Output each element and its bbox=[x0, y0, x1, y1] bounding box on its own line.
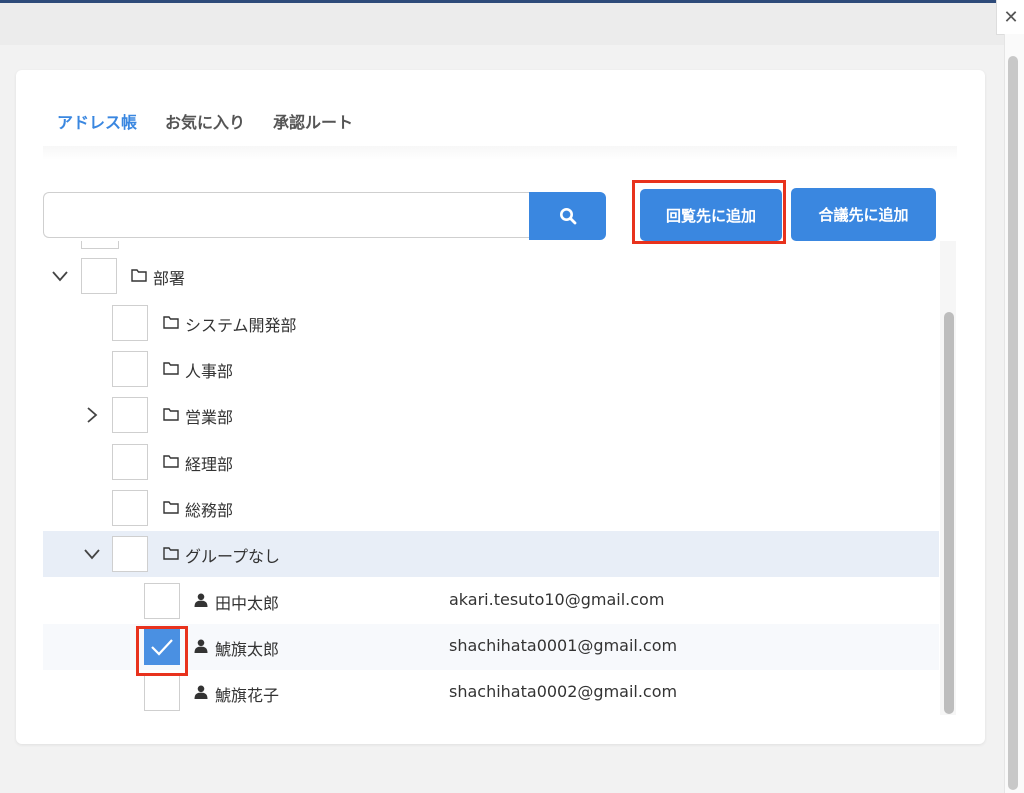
add-circulation-button[interactable]: 回覧先に追加 bbox=[640, 189, 782, 241]
tree-item-department-root[interactable]: 部署 bbox=[43, 253, 939, 299]
user-name: 鯱旗太郎 bbox=[215, 640, 280, 659]
folder-icon bbox=[163, 547, 179, 560]
search-icon bbox=[559, 208, 576, 225]
user-icon bbox=[194, 685, 208, 699]
user-icon bbox=[194, 593, 208, 607]
tree-item-department[interactable]: システム開発部 bbox=[43, 300, 939, 346]
address-tree: 部署 システム開発部 人事部 営業部 経理部 総務部 グループなし 田中太郎 a… bbox=[43, 241, 941, 715]
user-checkbox[interactable] bbox=[144, 583, 180, 619]
folder-icon bbox=[163, 362, 179, 375]
modal-header-strip bbox=[0, 3, 1004, 45]
user-email: akari.tesuto10@gmail.com bbox=[449, 590, 665, 609]
tree-item-department[interactable]: 総務部 bbox=[43, 485, 939, 531]
user-name: 田中太郎 bbox=[215, 594, 280, 613]
user-checkbox[interactable] bbox=[144, 675, 180, 711]
tab-approval-route[interactable]: 承認ルート bbox=[273, 110, 353, 136]
folder-icon bbox=[163, 316, 179, 329]
tab-address-book[interactable]: アドレス帳 bbox=[57, 110, 137, 136]
tree-item-label: 部署 bbox=[153, 269, 186, 288]
tree-item-department[interactable]: 経理部 bbox=[43, 439, 939, 485]
tree-item-department[interactable]: 人事部 bbox=[43, 346, 939, 392]
user-row[interactable]: 鯱旗花子 shachihata0002@gmail.com bbox=[43, 670, 939, 715]
tree-item-label: グループなし bbox=[185, 547, 281, 566]
search-input[interactable] bbox=[43, 192, 529, 238]
user-checkbox[interactable] bbox=[144, 629, 180, 665]
tab-favorites[interactable]: お気に入り bbox=[165, 110, 245, 136]
user-email: shachihata0001@gmail.com bbox=[449, 636, 678, 655]
folder-icon bbox=[163, 501, 179, 514]
tree-scrollbar-thumb[interactable] bbox=[944, 312, 954, 714]
page-scrollbar-thumb[interactable] bbox=[1008, 56, 1018, 790]
folder-icon bbox=[163, 455, 179, 468]
chevron-down-icon[interactable] bbox=[83, 545, 101, 563]
tab-bar: アドレス帳 お気に入り 承認ルート bbox=[57, 110, 381, 136]
chevron-right-icon[interactable] bbox=[83, 406, 101, 424]
user-row[interactable]: 鯱旗太郎 shachihata0001@gmail.com bbox=[43, 624, 939, 670]
tree-item-no-group[interactable]: グループなし bbox=[43, 531, 939, 577]
tree-item-checkbox[interactable] bbox=[112, 490, 148, 526]
tree-item-label: 営業部 bbox=[185, 408, 234, 427]
tree-item-label: 経理部 bbox=[185, 455, 234, 474]
user-name: 鯱旗花子 bbox=[215, 686, 280, 705]
tree-item-checkbox[interactable] bbox=[81, 258, 117, 294]
search-bar bbox=[43, 192, 606, 240]
user-email: shachihata0002@gmail.com bbox=[449, 682, 678, 701]
chevron-down-icon[interactable] bbox=[51, 267, 69, 285]
folder-icon bbox=[163, 408, 179, 421]
tree-item-department[interactable]: 営業部 bbox=[43, 392, 939, 438]
search-button[interactable] bbox=[529, 192, 606, 240]
folder-icon bbox=[131, 269, 147, 282]
close-icon: ✕ bbox=[1003, 6, 1019, 28]
tab-divider bbox=[43, 146, 957, 160]
tree-item-checkbox[interactable] bbox=[81, 241, 119, 249]
add-council-button[interactable]: 合議先に追加 bbox=[791, 188, 936, 241]
tree-item-label: システム開発部 bbox=[185, 316, 297, 335]
tree-item-checkbox[interactable] bbox=[112, 444, 148, 480]
user-icon bbox=[194, 639, 208, 653]
user-row[interactable]: 田中太郎 akari.tesuto10@gmail.com bbox=[43, 578, 939, 624]
tree-item-checkbox[interactable] bbox=[112, 397, 148, 433]
checkmark-icon bbox=[151, 639, 173, 656]
tree-item-checkbox[interactable] bbox=[112, 351, 148, 387]
close-button[interactable]: ✕ bbox=[996, 0, 1024, 35]
tree-item-label: 人事部 bbox=[185, 362, 234, 381]
tree-item-label: 総務部 bbox=[185, 501, 234, 520]
tree-item-checkbox[interactable] bbox=[112, 536, 148, 572]
tree-item-checkbox[interactable] bbox=[112, 305, 148, 341]
